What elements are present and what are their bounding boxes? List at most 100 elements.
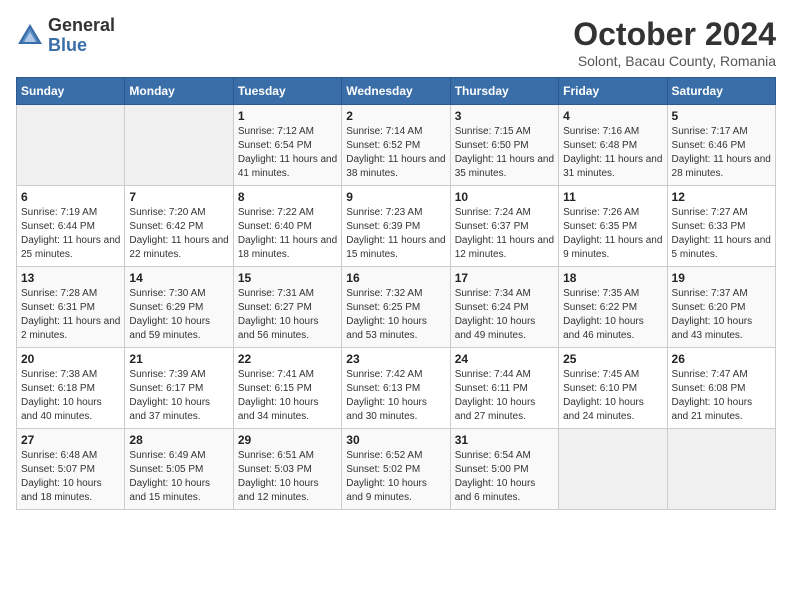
day-info: Sunrise: 6:51 AM Sunset: 5:03 PM Dayligh…	[238, 449, 337, 505]
calendar-header: SundayMondayTuesdayWednesdayThursdayFrid…	[17, 78, 776, 105]
day-info: Sunrise: 7:27 AM Sunset: 6:33 PM Dayligh…	[672, 206, 771, 262]
weekday-header: Saturday	[667, 78, 775, 105]
day-info: Sunrise: 7:26 AM Sunset: 6:35 PM Dayligh…	[563, 206, 662, 262]
weekday-row: SundayMondayTuesdayWednesdayThursdayFrid…	[17, 78, 776, 105]
calendar-day-cell: 6 Sunrise: 7:19 AM Sunset: 6:44 PM Daylig…	[17, 186, 125, 267]
day-info: Sunrise: 7:16 AM Sunset: 6:48 PM Dayligh…	[563, 125, 662, 181]
day-info: Sunrise: 7:17 AM Sunset: 6:46 PM Dayligh…	[672, 125, 771, 181]
day-info: Sunrise: 7:37 AM Sunset: 6:20 PM Dayligh…	[672, 287, 771, 343]
calendar-week-row: 27 Sunrise: 6:48 AM Sunset: 5:07 PM Dayli…	[17, 429, 776, 510]
weekday-header: Sunday	[17, 78, 125, 105]
day-info: Sunrise: 7:14 AM Sunset: 6:52 PM Dayligh…	[346, 125, 445, 181]
day-number: 18	[563, 271, 662, 285]
day-number: 27	[21, 433, 120, 447]
logo-general: General	[48, 16, 115, 36]
day-info: Sunrise: 7:22 AM Sunset: 6:40 PM Dayligh…	[238, 206, 337, 262]
day-number: 3	[455, 109, 554, 123]
day-number: 21	[129, 352, 228, 366]
calendar-day-cell: 4Sunrise: 7:16 AM Sunset: 6:48 PM Daylig…	[559, 105, 667, 186]
logo-icon	[16, 22, 44, 50]
day-info: Sunrise: 6:49 AM Sunset: 5:05 PM Dayligh…	[129, 449, 228, 505]
calendar-day-cell: 9Sunrise: 7:23 AM Sunset: 6:39 PM Daylig…	[342, 186, 450, 267]
calendar-day-cell: 17Sunrise: 7:34 AM Sunset: 6:24 PM Dayli…	[450, 267, 558, 348]
calendar-day-cell: 25 Sunrise: 7:45 AM Sunset: 6:10 PM Dayli…	[559, 348, 667, 429]
calendar-day-cell: 15Sunrise: 7:31 AM Sunset: 6:27 PM Dayli…	[233, 267, 341, 348]
day-number: 22	[238, 352, 337, 366]
day-number: 30	[346, 433, 445, 447]
day-number: 10	[455, 190, 554, 204]
day-info: Sunrise: 7:44 AM Sunset: 6:11 PM Dayligh…	[455, 368, 554, 424]
day-info: Sunrise: 7:28 AM Sunset: 6:31 PM Dayligh…	[21, 287, 120, 343]
day-info: Sunrise: 7:41 AM Sunset: 6:15 PM Dayligh…	[238, 368, 337, 424]
calendar-day-cell: 22 Sunrise: 7:41 AM Sunset: 6:15 PM Dayli…	[233, 348, 341, 429]
calendar-day-cell: 2 Sunrise: 7:14 AM Sunset: 6:52 PM Daylig…	[342, 105, 450, 186]
day-info: Sunrise: 7:15 AM Sunset: 6:50 PM Dayligh…	[455, 125, 554, 181]
day-info: Sunrise: 7:20 AM Sunset: 6:42 PM Dayligh…	[129, 206, 228, 262]
calendar-day-cell: 28 Sunrise: 6:49 AM Sunset: 5:05 PM Dayli…	[125, 429, 233, 510]
day-info: Sunrise: 7:35 AM Sunset: 6:22 PM Dayligh…	[563, 287, 662, 343]
day-info: Sunrise: 6:48 AM Sunset: 5:07 PM Dayligh…	[21, 449, 120, 505]
day-info: Sunrise: 6:52 AM Sunset: 5:02 PM Dayligh…	[346, 449, 445, 505]
day-info: Sunrise: 7:24 AM Sunset: 6:37 PM Dayligh…	[455, 206, 554, 262]
day-number: 11	[563, 190, 662, 204]
day-number: 5	[672, 109, 771, 123]
day-number: 29	[238, 433, 337, 447]
day-number: 2	[346, 109, 445, 123]
day-info: Sunrise: 7:12 AM Sunset: 6:54 PM Dayligh…	[238, 125, 337, 181]
day-info: Sunrise: 7:45 AM Sunset: 6:10 PM Dayligh…	[563, 368, 662, 424]
day-number: 25	[563, 352, 662, 366]
calendar-day-cell: 14 Sunrise: 7:30 AM Sunset: 6:29 PM Dayli…	[125, 267, 233, 348]
location-subtitle: Solont, Bacau County, Romania	[573, 53, 776, 69]
day-number: 31	[455, 433, 554, 447]
calendar-day-cell	[559, 429, 667, 510]
calendar-day-cell: 18 Sunrise: 7:35 AM Sunset: 6:22 PM Dayli…	[559, 267, 667, 348]
day-number: 8	[238, 190, 337, 204]
calendar-day-cell: 24 Sunrise: 7:44 AM Sunset: 6:11 PM Dayli…	[450, 348, 558, 429]
calendar-table: SundayMondayTuesdayWednesdayThursdayFrid…	[16, 77, 776, 510]
day-number: 12	[672, 190, 771, 204]
calendar-day-cell: 11 Sunrise: 7:26 AM Sunset: 6:35 PM Dayli…	[559, 186, 667, 267]
day-number: 6	[21, 190, 120, 204]
calendar-day-cell: 19 Sunrise: 7:37 AM Sunset: 6:20 PM Dayli…	[667, 267, 775, 348]
day-info: Sunrise: 7:23 AM Sunset: 6:39 PM Dayligh…	[346, 206, 445, 262]
day-info: Sunrise: 7:47 AM Sunset: 6:08 PM Dayligh…	[672, 368, 771, 424]
calendar-week-row: 6 Sunrise: 7:19 AM Sunset: 6:44 PM Daylig…	[17, 186, 776, 267]
calendar-week-row: 20Sunrise: 7:38 AM Sunset: 6:18 PM Dayli…	[17, 348, 776, 429]
day-number: 26	[672, 352, 771, 366]
calendar-day-cell: 16Sunrise: 7:32 AM Sunset: 6:25 PM Dayli…	[342, 267, 450, 348]
day-number: 7	[129, 190, 228, 204]
day-info: Sunrise: 7:19 AM Sunset: 6:44 PM Dayligh…	[21, 206, 120, 262]
day-info: Sunrise: 7:30 AM Sunset: 6:29 PM Dayligh…	[129, 287, 228, 343]
day-number: 28	[129, 433, 228, 447]
calendar-day-cell: 8 Sunrise: 7:22 AM Sunset: 6:40 PM Daylig…	[233, 186, 341, 267]
calendar-day-cell: 3 Sunrise: 7:15 AM Sunset: 6:50 PM Daylig…	[450, 105, 558, 186]
day-number: 23	[346, 352, 445, 366]
day-info: Sunrise: 6:54 AM Sunset: 5:00 PM Dayligh…	[455, 449, 554, 505]
day-number: 19	[672, 271, 771, 285]
day-info: Sunrise: 7:32 AM Sunset: 6:25 PM Dayligh…	[346, 287, 445, 343]
calendar-day-cell: 31 Sunrise: 6:54 AM Sunset: 5:00 PM Dayli…	[450, 429, 558, 510]
day-info: Sunrise: 7:38 AM Sunset: 6:18 PM Dayligh…	[21, 368, 120, 424]
day-number: 13	[21, 271, 120, 285]
calendar-day-cell: 12 Sunrise: 7:27 AM Sunset: 6:33 PM Dayli…	[667, 186, 775, 267]
day-number: 14	[129, 271, 228, 285]
weekday-header: Wednesday	[342, 78, 450, 105]
title-block: October 2024 Solont, Bacau County, Roman…	[573, 16, 776, 69]
calendar-day-cell: 20Sunrise: 7:38 AM Sunset: 6:18 PM Dayli…	[17, 348, 125, 429]
day-number: 24	[455, 352, 554, 366]
calendar-day-cell: 26 Sunrise: 7:47 AM Sunset: 6:08 PM Dayli…	[667, 348, 775, 429]
calendar-day-cell: 29 Sunrise: 6:51 AM Sunset: 5:03 PM Dayli…	[233, 429, 341, 510]
day-info: Sunrise: 7:31 AM Sunset: 6:27 PM Dayligh…	[238, 287, 337, 343]
calendar-day-cell	[125, 105, 233, 186]
day-info: Sunrise: 7:39 AM Sunset: 6:17 PM Dayligh…	[129, 368, 228, 424]
weekday-header: Thursday	[450, 78, 558, 105]
calendar-body: 1Sunrise: 7:12 AM Sunset: 6:54 PM Daylig…	[17, 105, 776, 510]
day-info: Sunrise: 7:42 AM Sunset: 6:13 PM Dayligh…	[346, 368, 445, 424]
calendar-week-row: 1Sunrise: 7:12 AM Sunset: 6:54 PM Daylig…	[17, 105, 776, 186]
calendar-week-row: 13 Sunrise: 7:28 AM Sunset: 6:31 PM Dayli…	[17, 267, 776, 348]
calendar-day-cell: 21 Sunrise: 7:39 AM Sunset: 6:17 PM Dayli…	[125, 348, 233, 429]
calendar-day-cell	[667, 429, 775, 510]
month-title: October 2024	[573, 16, 776, 53]
logo-blue: Blue	[48, 36, 115, 56]
calendar-day-cell: 30 Sunrise: 6:52 AM Sunset: 5:02 PM Dayli…	[342, 429, 450, 510]
